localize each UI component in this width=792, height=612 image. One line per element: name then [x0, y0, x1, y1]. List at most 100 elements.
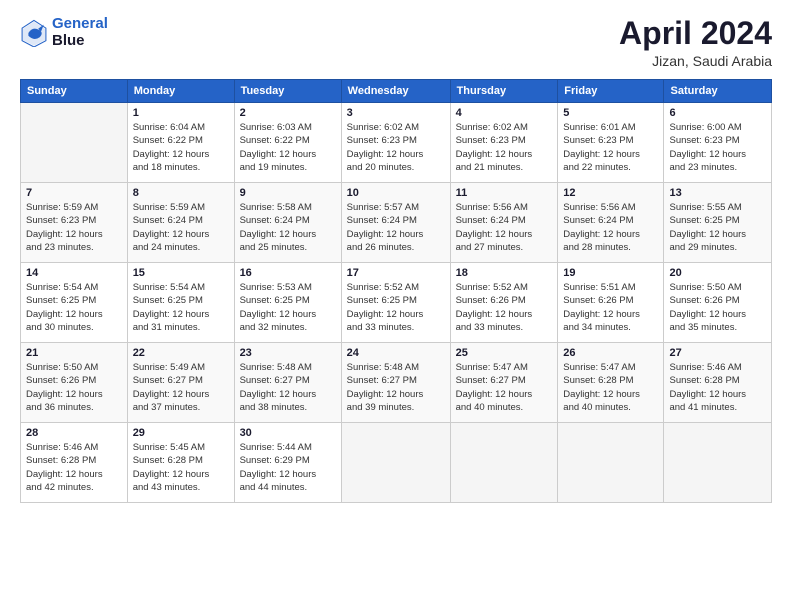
day-info: Sunrise: 5:55 AM Sunset: 6:25 PM Dayligh…	[669, 201, 766, 254]
week-row-4: 21Sunrise: 5:50 AM Sunset: 6:26 PM Dayli…	[21, 343, 772, 423]
week-row-3: 14 Sunrise: 5:54 AM Sunset: 6:25 PM Dayli…	[21, 263, 772, 343]
logo-line1: General	[52, 15, 108, 32]
day-cell: 16 Sunrise: 5:53 AM Sunset: 6:25 PM Dayli…	[234, 263, 341, 343]
day-cell: 7 Sunrise: 5:59 AM Sunset: 6:23 PM Daylig…	[21, 183, 128, 263]
day-info: Sunrise: 5:46 AM Sunset: 6:28 PM Dayligh…	[669, 361, 766, 414]
col-sunday: Sunday	[21, 80, 128, 103]
day-cell: 23 Sunrise: 5:48 AM Sunset: 6:27 PM Dayli…	[234, 343, 341, 423]
day-number: 18	[456, 267, 553, 279]
day-cell: 13 Sunrise: 5:55 AM Sunset: 6:25 PM Dayli…	[664, 183, 772, 263]
day-cell: 4 Sunrise: 6:02 AM Sunset: 6:23 PM Daylig…	[450, 103, 558, 183]
day-cell: 26 Sunrise: 5:47 AM Sunset: 6:28 PM Dayli…	[558, 343, 664, 423]
day-cell: 29Sunrise: 5:45 AM Sunset: 6:28 PM Dayli…	[127, 423, 234, 503]
day-cell: 30 Sunrise: 5:44 AM Sunset: 6:29 PM Dayli…	[234, 423, 341, 503]
day-number: 17	[347, 267, 445, 279]
day-info: Sunrise: 5:50 AM Sunset: 6:26 PM Dayligh…	[669, 281, 766, 334]
col-wednesday: Wednesday	[341, 80, 450, 103]
week-row-5: 28 Sunrise: 5:46 AM Sunset: 6:28 PM Dayli…	[21, 423, 772, 503]
day-info: Sunrise: 6:02 AM Sunset: 6:23 PM Dayligh…	[456, 121, 553, 174]
week-row-2: 7 Sunrise: 5:59 AM Sunset: 6:23 PM Daylig…	[21, 183, 772, 263]
day-info: Sunrise: 5:54 AM Sunset: 6:25 PM Dayligh…	[26, 281, 122, 334]
day-info: Sunrise: 5:53 AM Sunset: 6:25 PM Dayligh…	[240, 281, 336, 334]
day-cell: 6 Sunrise: 6:00 AM Sunset: 6:23 PM Daylig…	[664, 103, 772, 183]
day-number: 19	[563, 267, 658, 279]
day-number: 3	[347, 107, 445, 119]
day-cell: 17 Sunrise: 5:52 AM Sunset: 6:25 PM Dayli…	[341, 263, 450, 343]
day-number: 20	[669, 267, 766, 279]
day-cell: 25 Sunrise: 5:47 AM Sunset: 6:27 PM Dayli…	[450, 343, 558, 423]
day-number: 22	[133, 347, 229, 359]
day-info: Sunrise: 5:49 AM Sunset: 6:27 PM Dayligh…	[133, 361, 229, 414]
day-number: 1	[133, 107, 229, 119]
day-info: Sunrise: 5:54 AM Sunset: 6:25 PM Dayligh…	[133, 281, 229, 334]
col-saturday: Saturday	[664, 80, 772, 103]
day-info: Sunrise: 5:57 AM Sunset: 6:24 PM Dayligh…	[347, 201, 445, 254]
day-cell: 12 Sunrise: 5:56 AM Sunset: 6:24 PM Dayli…	[558, 183, 664, 263]
day-number: 25	[456, 347, 553, 359]
day-number: 12	[563, 187, 658, 199]
day-number: 23	[240, 347, 336, 359]
day-cell: 27Sunrise: 5:46 AM Sunset: 6:28 PM Dayli…	[664, 343, 772, 423]
col-tuesday: Tuesday	[234, 80, 341, 103]
day-number: 2	[240, 107, 336, 119]
day-number: 5	[563, 107, 658, 119]
day-info: Sunrise: 5:48 AM Sunset: 6:27 PM Dayligh…	[240, 361, 336, 414]
day-info: Sunrise: 5:47 AM Sunset: 6:28 PM Dayligh…	[563, 361, 658, 414]
day-number: 10	[347, 187, 445, 199]
day-number: 16	[240, 267, 336, 279]
day-cell: 8 Sunrise: 5:59 AM Sunset: 6:24 PM Daylig…	[127, 183, 234, 263]
day-number: 26	[563, 347, 658, 359]
day-number: 30	[240, 427, 336, 439]
day-info: Sunrise: 5:52 AM Sunset: 6:26 PM Dayligh…	[456, 281, 553, 334]
col-monday: Monday	[127, 80, 234, 103]
day-info: Sunrise: 6:01 AM Sunset: 6:23 PM Dayligh…	[563, 121, 658, 174]
day-info: Sunrise: 5:45 AM Sunset: 6:28 PM Dayligh…	[133, 441, 229, 494]
day-number: 9	[240, 187, 336, 199]
title-block: April 2024 Jizan, Saudi Arabia	[619, 16, 772, 69]
day-cell: 14 Sunrise: 5:54 AM Sunset: 6:25 PM Dayli…	[21, 263, 128, 343]
day-info: Sunrise: 6:04 AM Sunset: 6:22 PM Dayligh…	[133, 121, 229, 174]
col-friday: Friday	[558, 80, 664, 103]
day-info: Sunrise: 6:02 AM Sunset: 6:23 PM Dayligh…	[347, 121, 445, 174]
day-info: Sunrise: 6:00 AM Sunset: 6:23 PM Dayligh…	[669, 121, 766, 174]
day-cell: 28 Sunrise: 5:46 AM Sunset: 6:28 PM Dayli…	[21, 423, 128, 503]
day-info: Sunrise: 5:47 AM Sunset: 6:27 PM Dayligh…	[456, 361, 553, 414]
day-info: Sunrise: 5:59 AM Sunset: 6:24 PM Dayligh…	[133, 201, 229, 254]
day-info: Sunrise: 5:59 AM Sunset: 6:23 PM Dayligh…	[26, 201, 122, 254]
logo-icon	[20, 19, 48, 47]
day-number: 14	[26, 267, 122, 279]
day-number: 13	[669, 187, 766, 199]
header: General Blue April 2024 Jizan, Saudi Ara…	[20, 16, 772, 69]
day-number: 24	[347, 347, 445, 359]
day-info: Sunrise: 5:56 AM Sunset: 6:24 PM Dayligh…	[563, 201, 658, 254]
day-info: Sunrise: 5:48 AM Sunset: 6:27 PM Dayligh…	[347, 361, 445, 414]
day-cell: 1 Sunrise: 6:04 AM Sunset: 6:22 PM Daylig…	[127, 103, 234, 183]
day-cell: 24 Sunrise: 5:48 AM Sunset: 6:27 PM Dayli…	[341, 343, 450, 423]
day-cell: 21Sunrise: 5:50 AM Sunset: 6:26 PM Dayli…	[21, 343, 128, 423]
day-number: 8	[133, 187, 229, 199]
page: General Blue April 2024 Jizan, Saudi Ara…	[0, 0, 792, 612]
day-number: 4	[456, 107, 553, 119]
day-cell: 15Sunrise: 5:54 AM Sunset: 6:25 PM Dayli…	[127, 263, 234, 343]
day-cell	[450, 423, 558, 503]
day-number: 11	[456, 187, 553, 199]
day-cell: 3 Sunrise: 6:02 AM Sunset: 6:23 PM Daylig…	[341, 103, 450, 183]
day-cell	[21, 103, 128, 183]
day-cell: 10 Sunrise: 5:57 AM Sunset: 6:24 PM Dayli…	[341, 183, 450, 263]
day-cell: 11Sunrise: 5:56 AM Sunset: 6:24 PM Dayli…	[450, 183, 558, 263]
day-cell: 5 Sunrise: 6:01 AM Sunset: 6:23 PM Daylig…	[558, 103, 664, 183]
day-cell: 2Sunrise: 6:03 AM Sunset: 6:22 PM Daylig…	[234, 103, 341, 183]
day-number: 7	[26, 187, 122, 199]
day-number: 28	[26, 427, 122, 439]
day-cell: 18 Sunrise: 5:52 AM Sunset: 6:26 PM Dayli…	[450, 263, 558, 343]
logo-text: General Blue	[52, 16, 108, 49]
col-thursday: Thursday	[450, 80, 558, 103]
day-number: 6	[669, 107, 766, 119]
calendar-table: Sunday Monday Tuesday Wednesday Thursday…	[20, 79, 772, 503]
day-info: Sunrise: 5:44 AM Sunset: 6:29 PM Dayligh…	[240, 441, 336, 494]
day-info: Sunrise: 5:46 AM Sunset: 6:28 PM Dayligh…	[26, 441, 122, 494]
day-cell: 19Sunrise: 5:51 AM Sunset: 6:26 PM Dayli…	[558, 263, 664, 343]
day-number: 21	[26, 347, 122, 359]
day-info: Sunrise: 5:52 AM Sunset: 6:25 PM Dayligh…	[347, 281, 445, 334]
day-cell: 22 Sunrise: 5:49 AM Sunset: 6:27 PM Dayli…	[127, 343, 234, 423]
